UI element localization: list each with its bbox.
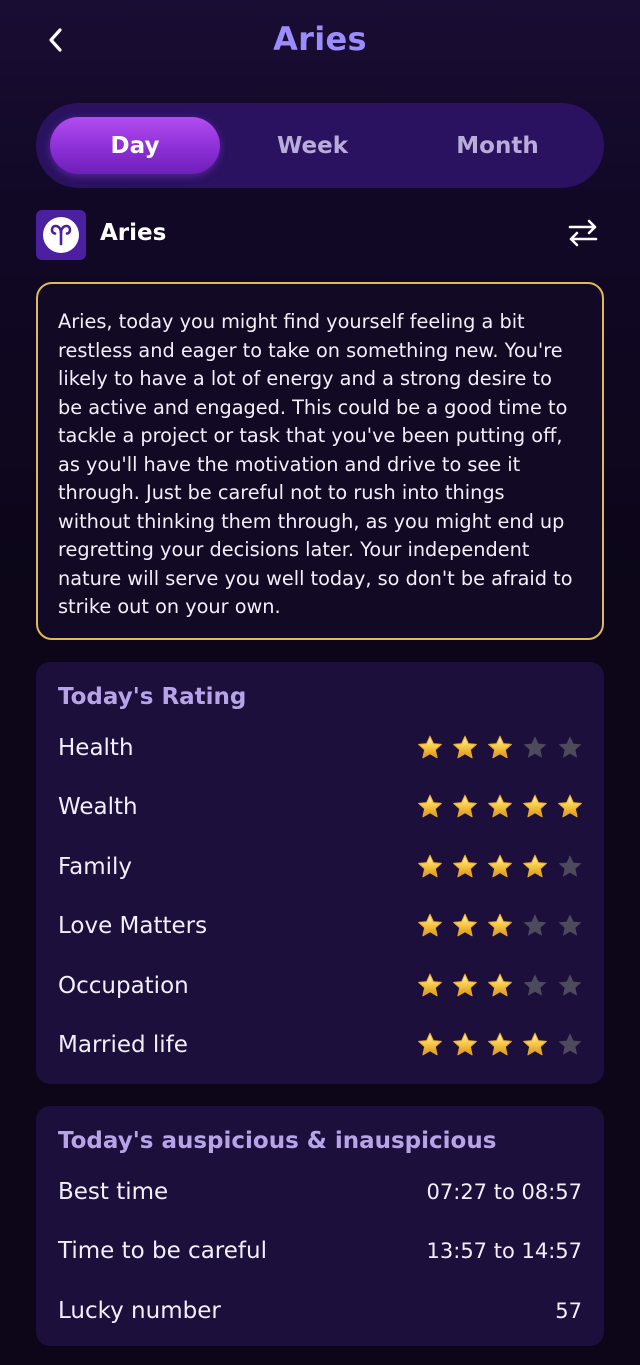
info-label: Best time [58, 1179, 169, 1205]
info-value: 57 [555, 1299, 582, 1323]
rating-row-love-matters: Love Matters [58, 906, 584, 946]
star-filled-icon [453, 1032, 477, 1056]
star-filled-icon [558, 794, 582, 818]
info-value: 13:57 to 14:57 [426, 1239, 582, 1263]
header: Aries [0, 0, 640, 90]
star-filled-icon [418, 794, 442, 818]
rating-card: Today's Rating Health Wealth Family Love… [36, 662, 604, 1084]
star-filled-icon [453, 794, 477, 818]
sign-selector: Aries [36, 210, 604, 260]
star-filled-icon [453, 854, 477, 878]
rating-row-occupation: Occupation [58, 966, 584, 1006]
star-rating [416, 972, 584, 1000]
star-filled-icon [488, 794, 512, 818]
star-filled-icon [488, 854, 512, 878]
sign-name: Aries [100, 220, 167, 246]
rating-row-health: Health [58, 728, 584, 768]
rating-label: Health [58, 735, 134, 761]
forecast-card: Aries, today you might find yourself fee… [36, 282, 604, 640]
star-filled-icon [488, 973, 512, 997]
star-filled-icon [488, 1032, 512, 1056]
sign-avatar [36, 210, 86, 260]
star-filled-icon [418, 973, 442, 997]
star-filled-icon [418, 735, 442, 759]
rating-label: Occupation [58, 973, 189, 999]
star-filled-icon [418, 1032, 442, 1056]
info-row-lucky-number: Lucky number 57 [58, 1291, 582, 1331]
rating-label: Wealth [58, 794, 138, 820]
tab-week[interactable]: Week [220, 117, 405, 174]
period-tabs: Day Week Month [36, 103, 604, 188]
rating-title: Today's Rating [58, 684, 247, 710]
star-filled-icon [453, 913, 477, 937]
aries-symbol-icon [43, 217, 79, 253]
rating-label: Family [58, 854, 133, 880]
star-filled-icon [523, 794, 547, 818]
star-empty-icon [558, 914, 582, 936]
rating-row-married-life: Married life [58, 1025, 584, 1065]
star-filled-icon [418, 913, 442, 937]
star-filled-icon [488, 735, 512, 759]
rating-label: Love Matters [58, 913, 208, 939]
star-empty-icon [523, 914, 547, 936]
info-label: Time to be careful [58, 1238, 267, 1264]
star-rating [416, 793, 584, 821]
star-rating [416, 734, 584, 762]
swap-sign-button[interactable] [566, 218, 600, 252]
tab-day[interactable]: Day [50, 117, 220, 174]
star-empty-icon [523, 736, 547, 758]
info-row-best-time: Best time 07:27 to 08:57 [58, 1172, 582, 1212]
star-empty-icon [558, 1033, 582, 1055]
rating-row-family: Family [58, 847, 584, 887]
star-filled-icon [453, 973, 477, 997]
forecast-text: Aries, today you might find yourself fee… [58, 310, 573, 618]
info-row-careful-time: Time to be careful 13:57 to 14:57 [58, 1231, 582, 1271]
horoscope-page: Aries Day Week Month Aries Aries, today … [0, 0, 640, 1365]
rating-label: Married life [58, 1032, 188, 1058]
auspicious-card: Today's auspicious & inauspicious Best t… [36, 1106, 604, 1346]
star-filled-icon [418, 854, 442, 878]
star-empty-icon [558, 736, 582, 758]
star-filled-icon [488, 913, 512, 937]
star-filled-icon [523, 854, 547, 878]
auspicious-title: Today's auspicious & inauspicious [58, 1128, 497, 1154]
info-label: Lucky number [58, 1298, 221, 1324]
star-filled-icon [453, 735, 477, 759]
rating-row-wealth: Wealth [58, 787, 584, 827]
swap-arrows-icon [567, 219, 599, 251]
star-filled-icon [523, 1032, 547, 1056]
star-rating [416, 912, 584, 940]
star-empty-icon [558, 974, 582, 996]
star-empty-icon [558, 855, 582, 877]
star-rating [416, 853, 584, 881]
star-rating [416, 1031, 584, 1059]
info-value: 07:27 to 08:57 [426, 1180, 582, 1204]
star-empty-icon [523, 974, 547, 996]
page-title: Aries [273, 20, 367, 58]
tab-month[interactable]: Month [405, 117, 590, 174]
